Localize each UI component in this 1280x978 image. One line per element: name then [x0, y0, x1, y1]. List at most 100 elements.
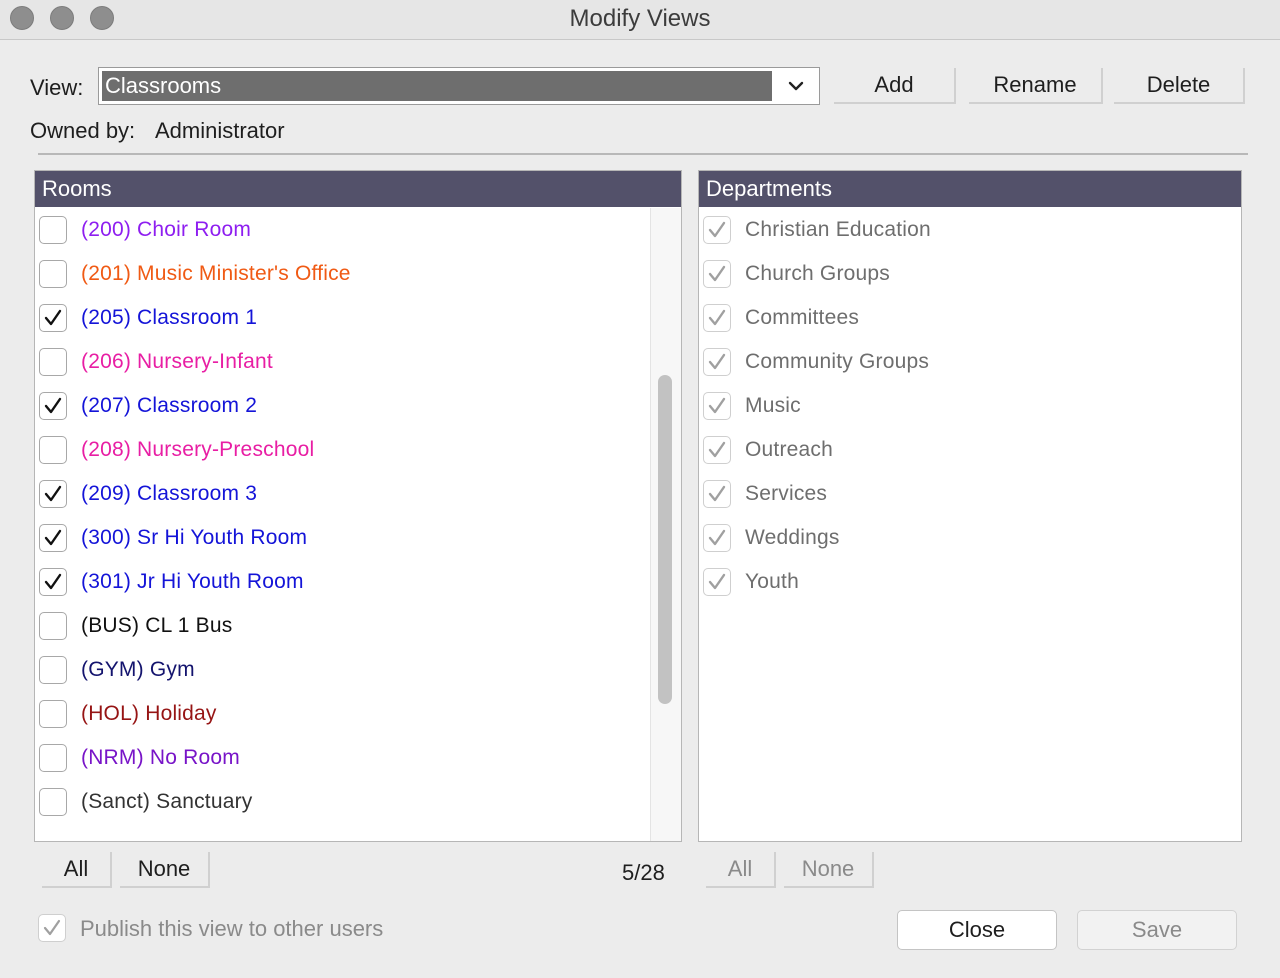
department-item-checkbox[interactable]: [703, 348, 731, 376]
checkmark-icon: [708, 265, 726, 282]
room-item-label: (201) Music Minister's Office: [81, 262, 351, 285]
add-view-button[interactable]: Add: [834, 68, 956, 104]
department-item[interactable]: Music: [699, 384, 1241, 428]
rooms-none-button[interactable]: None: [120, 852, 210, 888]
department-item[interactable]: Services: [699, 472, 1241, 516]
room-item-label: (Sanct) Sanctuary: [81, 790, 253, 813]
view-label: View:: [30, 75, 84, 100]
view-select-value: Classrooms: [102, 71, 772, 101]
checkmark-icon: [708, 485, 726, 502]
department-item[interactable]: Weddings: [699, 516, 1241, 560]
room-item[interactable]: (Sanct) Sanctuary: [35, 780, 650, 824]
room-item[interactable]: (BUS) CL 1 Bus: [35, 604, 650, 648]
room-item[interactable]: (209) Classroom 3: [35, 472, 650, 516]
owned-by-label: Owned by:: [30, 118, 136, 143]
room-item-label: (BUS) CL 1 Bus: [81, 614, 233, 637]
room-item[interactable]: (208) Nursery-Preschool: [35, 428, 650, 472]
department-item-checkbox[interactable]: [703, 436, 731, 464]
room-item-label: (205) Classroom 1: [81, 306, 258, 329]
title-bar: Modify Views: [0, 0, 1280, 40]
room-item[interactable]: (NRM) No Room: [35, 736, 650, 780]
room-item-checkbox[interactable]: [39, 612, 67, 640]
rename-view-button[interactable]: Rename: [969, 68, 1103, 104]
room-item[interactable]: (206) Nursery-Infant: [35, 340, 650, 384]
checkmark-icon: [44, 529, 62, 546]
publish-checkbox[interactable]: [38, 914, 66, 942]
room-item-label: (206) Nursery-Infant: [81, 350, 273, 373]
department-item-checkbox[interactable]: [703, 392, 731, 420]
departments-panel: Departments Christian Education Church Gr…: [698, 170, 1242, 842]
room-item-label: (209) Classroom 3: [81, 482, 258, 505]
department-item-checkbox[interactable]: [703, 524, 731, 552]
room-item-label: (207) Classroom 2: [81, 394, 258, 417]
rooms-all-button[interactable]: All: [42, 852, 112, 888]
departments-all-button[interactable]: All: [706, 852, 776, 888]
checkmark-icon: [708, 353, 726, 370]
room-item-checkbox[interactable]: [39, 656, 67, 684]
delete-view-button[interactable]: Delete: [1114, 68, 1245, 104]
room-item-checkbox[interactable]: [39, 568, 67, 596]
room-item-checkbox[interactable]: [39, 216, 67, 244]
department-item[interactable]: Christian Education: [699, 208, 1241, 252]
room-item-checkbox[interactable]: [39, 436, 67, 464]
room-item[interactable]: (GYM) Gym: [35, 648, 650, 692]
room-item[interactable]: (301) Jr Hi Youth Room: [35, 560, 650, 604]
departments-header: Departments: [699, 171, 1241, 207]
window-title: Modify Views: [569, 5, 711, 32]
checkmark-icon: [44, 309, 62, 326]
room-item-checkbox[interactable]: [39, 744, 67, 772]
save-button[interactable]: Save: [1077, 910, 1237, 950]
publish-label: Publish this view to other users: [80, 916, 384, 941]
room-item[interactable]: (201) Music Minister's Office: [35, 252, 650, 296]
divider: [38, 153, 1248, 155]
department-item[interactable]: Community Groups: [699, 340, 1241, 384]
room-item[interactable]: (207) Classroom 2: [35, 384, 650, 428]
department-item-checkbox[interactable]: [703, 480, 731, 508]
checkmark-icon: [708, 397, 726, 414]
room-item[interactable]: (200) Choir Room: [35, 208, 650, 252]
department-item-label: Church Groups: [745, 262, 890, 285]
checkmark-icon: [44, 573, 62, 590]
room-item[interactable]: (205) Classroom 1: [35, 296, 650, 340]
department-item[interactable]: Youth: [699, 560, 1241, 604]
room-item-checkbox[interactable]: [39, 304, 67, 332]
departments-none-button[interactable]: None: [784, 852, 874, 888]
rooms-selected-count: 5/28: [622, 860, 665, 885]
checkmark-icon: [708, 441, 726, 458]
checkmark-icon: [44, 397, 62, 414]
department-item-checkbox[interactable]: [703, 260, 731, 288]
department-item[interactable]: Outreach: [699, 428, 1241, 472]
room-item-label: (208) Nursery-Preschool: [81, 438, 315, 461]
department-item-checkbox[interactable]: [703, 216, 731, 244]
room-item-checkbox[interactable]: [39, 480, 67, 508]
department-item-checkbox[interactable]: [703, 304, 731, 332]
room-item-checkbox[interactable]: [39, 260, 67, 288]
departments-list: Christian Education Church Groups Committe…: [699, 208, 1241, 841]
room-item[interactable]: (300) Sr Hi Youth Room: [35, 516, 650, 560]
department-item-label: Youth: [745, 570, 799, 593]
close-button[interactable]: Close: [897, 910, 1057, 950]
room-item-checkbox[interactable]: [39, 348, 67, 376]
checkmark-icon: [708, 573, 726, 590]
department-item-label: Christian Education: [745, 218, 931, 241]
room-item-checkbox[interactable]: [39, 524, 67, 552]
room-item-checkbox[interactable]: [39, 788, 67, 816]
view-select[interactable]: Classrooms: [98, 67, 820, 105]
department-item-label: Committees: [745, 306, 860, 329]
department-item-label: Community Groups: [745, 350, 930, 373]
room-item-label: (301) Jr Hi Youth Room: [81, 570, 304, 593]
rooms-scrollbar-thumb[interactable]: [658, 375, 672, 704]
department-item-checkbox[interactable]: [703, 568, 731, 596]
room-item-checkbox[interactable]: [39, 392, 67, 420]
department-item[interactable]: Church Groups: [699, 252, 1241, 296]
rooms-scrollbar[interactable]: [650, 208, 681, 841]
room-item-checkbox[interactable]: [39, 700, 67, 728]
checkmark-icon: [708, 221, 726, 238]
room-item-label: (GYM) Gym: [81, 658, 195, 681]
room-item[interactable]: (HOL) Holiday: [35, 692, 650, 736]
rooms-panel: Rooms (200) Choir Room (201) Music Minist…: [34, 170, 682, 842]
checkmark-icon: [44, 485, 62, 502]
department-item-label: Weddings: [745, 526, 840, 549]
room-item-label: (NRM) No Room: [81, 746, 240, 769]
department-item[interactable]: Committees: [699, 296, 1241, 340]
